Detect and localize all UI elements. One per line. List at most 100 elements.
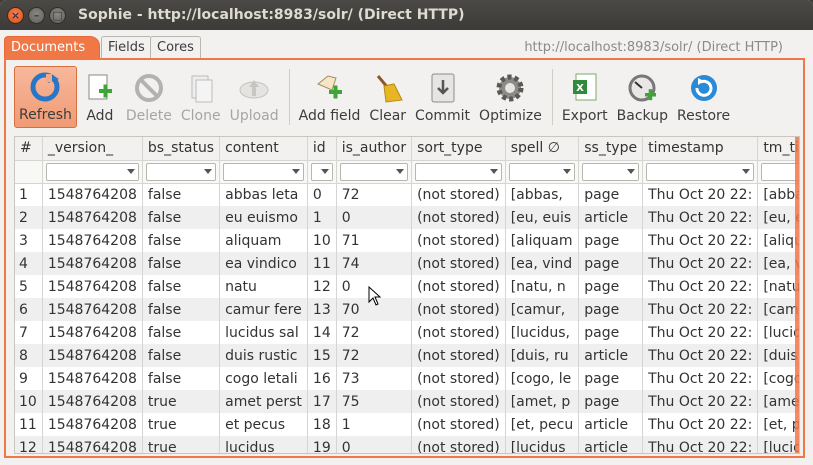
table-cell[interactable]: 15: [307, 344, 337, 367]
table-cell[interactable]: 73: [336, 367, 413, 390]
table-cell[interactable]: (not stored): [411, 252, 506, 275]
table-row[interactable]: 10 1548764208 true amet perst 17 75 (not store…: [15, 390, 799, 413]
optimize-button[interactable]: Optimize: [476, 66, 545, 128]
table-cell[interactable]: page: [578, 367, 644, 390]
table-cell[interactable]: [eu, euis: [505, 206, 580, 229]
restore-button[interactable]: Restore: [674, 66, 733, 128]
table-cell[interactable]: 1: [336, 413, 413, 436]
row-number-cell[interactable]: 9: [15, 367, 43, 390]
table-cell[interactable]: Thu Oct 20 22:: [642, 206, 759, 229]
table-cell[interactable]: eu euismo: [219, 206, 308, 229]
table-cell[interactable]: ea vindico: [219, 252, 308, 275]
table-cell[interactable]: et pecus: [219, 413, 308, 436]
tab-fields[interactable]: Fields: [101, 36, 152, 58]
table-cell[interactable]: [natu, n: [505, 275, 580, 298]
table-cell[interactable]: 74: [336, 252, 413, 275]
table-cell[interactable]: 1548764208: [42, 367, 143, 390]
column-filter-dropdown[interactable]: [310, 162, 333, 181]
table-cell[interactable]: Thu Oct 20 22:: [642, 229, 759, 252]
column-filter-dropdown[interactable]: [582, 162, 640, 181]
column-filter-dropdown[interactable]: [415, 162, 502, 181]
table-cell[interactable]: amet perst: [219, 390, 308, 413]
table-cell[interactable]: true: [142, 436, 221, 453]
row-number-cell[interactable]: 12: [15, 436, 43, 453]
table-cell[interactable]: true: [142, 413, 221, 436]
table-cell[interactable]: 16: [307, 367, 337, 390]
table-cell[interactable]: Thu Oct 20 22:: [642, 367, 759, 390]
table-cell[interactable]: true: [142, 390, 221, 413]
table-cell[interactable]: (not stored): [411, 390, 506, 413]
column-header[interactable]: is_author: [336, 137, 413, 161]
upload-button[interactable]: Upload: [227, 66, 282, 128]
table-cell[interactable]: [et, pecu: [757, 413, 799, 436]
table-cell[interactable]: 75: [336, 390, 413, 413]
table-cell[interactable]: page: [578, 298, 644, 321]
table-cell[interactable]: [eu, euis: [757, 206, 799, 229]
table-cell[interactable]: page: [578, 229, 644, 252]
table-cell[interactable]: article: [578, 413, 644, 436]
table-cell[interactable]: [abbas,: [505, 183, 580, 206]
column-header[interactable]: content: [219, 137, 308, 161]
table-cell[interactable]: page: [578, 252, 644, 275]
table-cell[interactable]: [aliquam: [505, 229, 580, 252]
backup-button[interactable]: Backup: [614, 66, 671, 128]
table-cell[interactable]: [natu]: [757, 275, 799, 298]
minimize-window-button[interactable]: –: [28, 6, 45, 24]
row-number-cell[interactable]: 11: [15, 413, 43, 436]
clear-button[interactable]: Clear: [366, 66, 409, 128]
column-header[interactable]: sort_type: [411, 137, 506, 161]
table-row[interactable]: 8 1548764208 false duis rustic 15 72 (not stor…: [15, 344, 799, 367]
table-cell[interactable]: 72: [336, 344, 413, 367]
refresh-button[interactable]: Refresh: [14, 66, 77, 128]
table-cell[interactable]: Thu Oct 20 22:: [642, 413, 759, 436]
table-row[interactable]: 4 1548764208 false ea vindico 11 74 (not store…: [15, 252, 799, 275]
table-cell[interactable]: 0: [336, 206, 413, 229]
table-cell[interactable]: (not stored): [411, 206, 506, 229]
table-cell[interactable]: (not stored): [411, 344, 506, 367]
column-header[interactable]: _version_: [42, 137, 143, 161]
table-cell[interactable]: [lucidus: [505, 436, 580, 453]
table-cell[interactable]: 10: [307, 229, 337, 252]
table-cell[interactable]: article: [578, 436, 644, 453]
table-cell[interactable]: Thu Oct 20 22:: [642, 275, 759, 298]
column-filter-dropdown[interactable]: [508, 162, 576, 181]
column-header[interactable]: id: [307, 137, 337, 161]
table-cell[interactable]: 0: [336, 436, 413, 453]
table-cell[interactable]: 1548764208: [42, 390, 143, 413]
table-cell[interactable]: article: [578, 206, 644, 229]
commit-button[interactable]: Commit: [412, 66, 473, 128]
table-cell[interactable]: lucidus: [219, 436, 308, 453]
table-cell[interactable]: 1548764208: [42, 229, 143, 252]
export-button[interactable]: X Export: [559, 66, 611, 128]
table-cell[interactable]: Thu Oct 20 22:: [642, 390, 759, 413]
column-filter-dropdown[interactable]: [646, 162, 755, 181]
table-cell[interactable]: (not stored): [411, 298, 506, 321]
table-cell[interactable]: false: [142, 206, 221, 229]
table-cell[interactable]: [ea, vind: [757, 252, 799, 275]
table-cell[interactable]: duis rustic: [219, 344, 308, 367]
table-row[interactable]: 1 1548764208 false abbas leta 0 72 (not stored…: [15, 183, 799, 206]
table-cell[interactable]: aliquam: [219, 229, 308, 252]
row-number-cell[interactable]: 5: [15, 275, 43, 298]
table-cell[interactable]: (not stored): [411, 183, 506, 206]
table-cell[interactable]: abbas leta: [219, 183, 308, 206]
add-field-button[interactable]: Add field: [296, 66, 364, 128]
table-cell[interactable]: [lucidus,: [757, 321, 799, 344]
table-cell[interactable]: false: [142, 321, 221, 344]
table-cell[interactable]: Thu Oct 20 22:: [642, 344, 759, 367]
row-number-cell[interactable]: 2: [15, 206, 43, 229]
table-cell[interactable]: (not stored): [411, 367, 506, 390]
table-cell[interactable]: 1548764208: [42, 206, 143, 229]
tab-documents[interactable]: Documents: [4, 36, 101, 58]
table-cell[interactable]: false: [142, 367, 221, 390]
maximize-window-button[interactable]: □: [49, 6, 66, 24]
table-cell[interactable]: false: [142, 298, 221, 321]
table-cell[interactable]: false: [142, 275, 221, 298]
table-cell[interactable]: [lucidus,: [505, 321, 580, 344]
column-filter-dropdown[interactable]: [339, 162, 409, 181]
delete-button[interactable]: Delete: [123, 66, 175, 128]
table-cell[interactable]: [et, pecu: [505, 413, 580, 436]
table-cell[interactable]: 1548764208: [42, 344, 143, 367]
table-row[interactable]: 11 1548764208 true et pecus 18 1 (not stored)[…: [15, 413, 799, 436]
table-cell[interactable]: [lucidus]: [757, 436, 799, 453]
